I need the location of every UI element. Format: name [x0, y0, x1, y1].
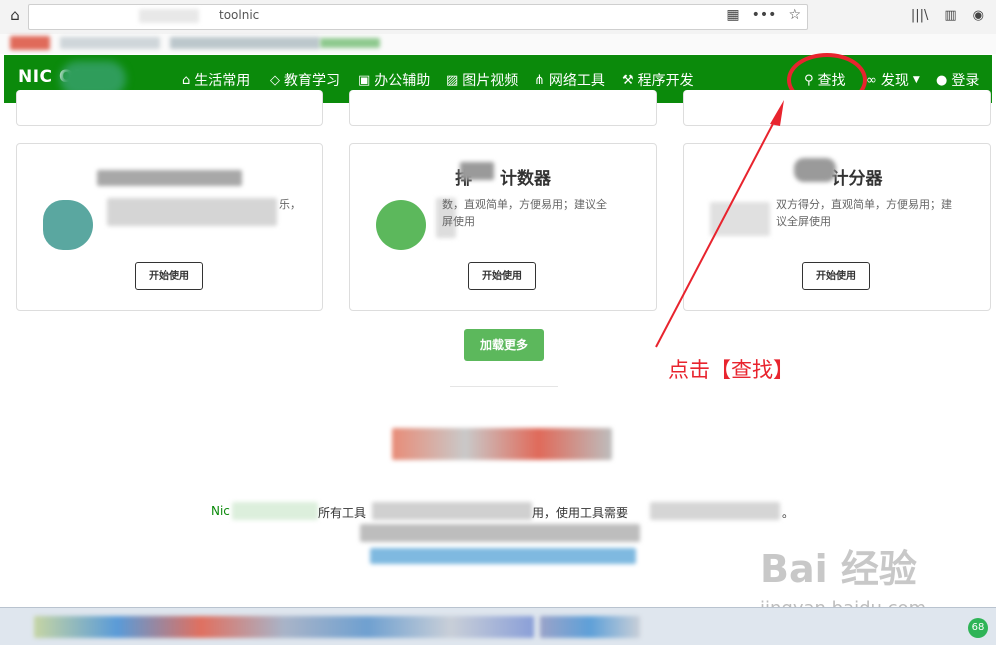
taskbar: 68 [0, 607, 996, 645]
annotation-text: 点击【查找】 [668, 358, 794, 382]
tray-badge[interactable]: 68 [968, 618, 988, 638]
footer-site-name: Nic [211, 504, 230, 518]
banner-blur [392, 428, 612, 460]
footer-text-end: 。 [782, 506, 795, 520]
footer-text-2: 用，使用工具需要 [532, 506, 629, 520]
footer-text-1: 所有工具 [318, 506, 367, 520]
watermark: Bai 经验 [760, 547, 917, 591]
